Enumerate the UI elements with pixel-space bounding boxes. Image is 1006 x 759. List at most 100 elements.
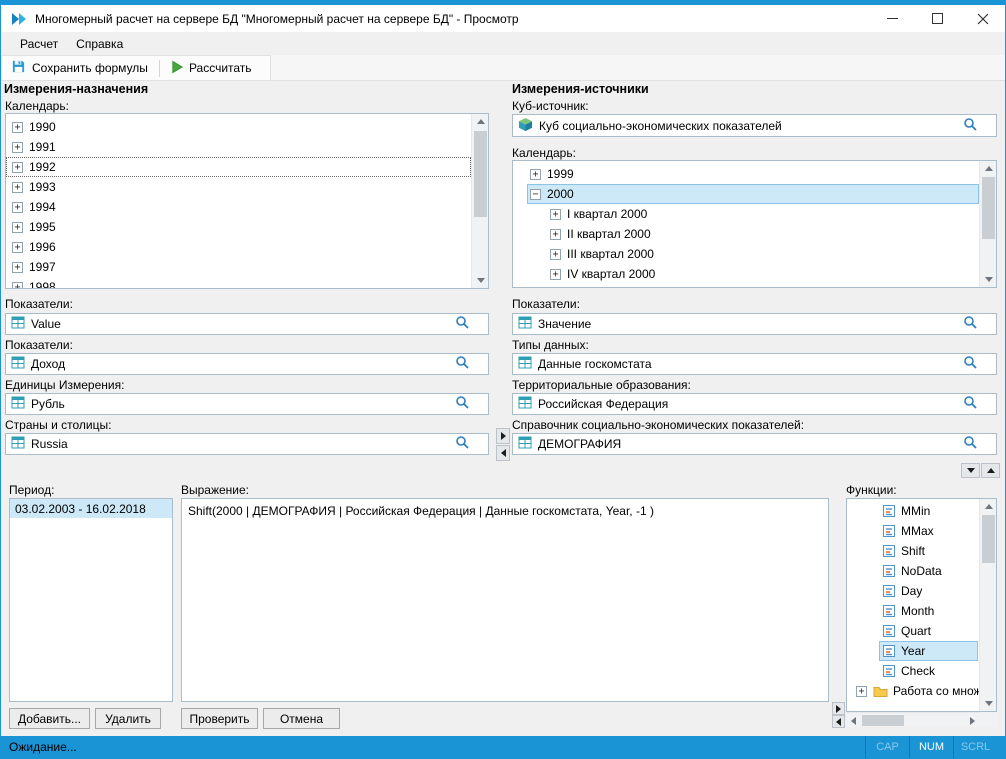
scroll-thumb[interactable] <box>982 515 995 563</box>
tree-item[interactable]: 1994 <box>6 197 471 217</box>
expand-icon[interactable] <box>856 686 867 697</box>
tree-item-label: 2000 <box>547 187 574 201</box>
splitter-expand-left-button[interactable] <box>832 715 845 728</box>
expand-icon[interactable] <box>12 182 23 193</box>
function-item[interactable]: Day <box>847 581 979 601</box>
tree-item[interactable]: 2000 <box>513 184 979 204</box>
expand-icon[interactable] <box>12 162 23 173</box>
dimension-combo-territorii[interactable]: Российская Федерация <box>512 393 997 415</box>
search-icon[interactable] <box>963 395 978 413</box>
tree-item[interactable]: 1997 <box>6 257 471 277</box>
search-icon[interactable] <box>963 435 978 453</box>
function-item[interactable]: Shift <box>847 541 979 561</box>
maximize-button[interactable] <box>915 5 960 32</box>
scroll-thumb[interactable] <box>982 177 995 239</box>
expand-icon[interactable] <box>550 209 561 220</box>
vertical-scrollbar[interactable] <box>979 499 996 711</box>
expand-icon[interactable] <box>550 249 561 260</box>
expand-icon[interactable] <box>12 142 23 153</box>
dimension-combo-dokhod[interactable]: Доход <box>5 353 489 375</box>
expand-icon[interactable] <box>12 122 23 133</box>
expand-icon[interactable] <box>12 242 23 253</box>
scroll-down-button[interactable] <box>980 696 997 711</box>
search-icon[interactable] <box>455 355 470 373</box>
tree-item[interactable]: 1995 <box>6 217 471 237</box>
search-icon[interactable] <box>455 435 470 453</box>
scroll-right-button[interactable] <box>965 713 980 728</box>
search-icon[interactable] <box>455 315 470 333</box>
cube-source-combo[interactable]: Куб социально-экономических показателей <box>512 114 997 137</box>
tree-item[interactable]: I квартал 2000 <box>513 204 979 224</box>
function-item[interactable]: Year <box>847 641 979 661</box>
combo-value: Russia <box>31 437 449 451</box>
vertical-scrollbar[interactable] <box>979 161 996 287</box>
horizontal-scrollbar[interactable] <box>846 712 980 727</box>
tree-item[interactable]: II квартал 2000 <box>513 224 979 244</box>
menu-item-calculation[interactable]: Расчет <box>11 34 67 54</box>
function-item[interactable]: Month <box>847 601 979 621</box>
search-icon[interactable] <box>963 117 978 135</box>
check-button[interactable]: Проверить <box>181 708 258 729</box>
splitter-collapse-down-button[interactable] <box>961 463 980 478</box>
tree-item-label: I квартал 2000 <box>567 207 647 221</box>
keyboard-indicators: CAP NUM SCRL <box>865 736 997 758</box>
expand-icon[interactable] <box>12 282 23 290</box>
scroll-down-button[interactable] <box>472 273 489 288</box>
expand-icon[interactable] <box>550 269 561 280</box>
search-icon[interactable] <box>455 395 470 413</box>
dimension-combo-znachenie[interactable]: Значение <box>512 313 997 335</box>
tree-item[interactable]: 1998 <box>6 277 471 289</box>
splitter-collapse-up-button[interactable] <box>981 463 1000 478</box>
scroll-up-button[interactable] <box>980 499 997 514</box>
expand-icon[interactable] <box>530 169 541 180</box>
function-item[interactable]: Check <box>847 661 979 681</box>
close-button[interactable] <box>960 5 1005 32</box>
vertical-scrollbar[interactable] <box>471 114 488 288</box>
function-item[interactable]: MMin <box>847 501 979 521</box>
scroll-up-button[interactable] <box>980 161 997 176</box>
tree-item[interactable]: 1996 <box>6 237 471 257</box>
splitter-expand-right-button[interactable] <box>496 428 510 444</box>
expand-icon[interactable] <box>12 222 23 233</box>
dimension-combo-rubl[interactable]: Рубль <box>5 393 489 415</box>
dimension-combo-spravochnik[interactable]: ДЕМОГРАФИЯ <box>512 433 997 455</box>
dimension-combo-tipy-dannykh[interactable]: Данные госкомстата <box>512 353 997 375</box>
save-formulas-button[interactable]: Сохранить формулы <box>2 57 157 79</box>
functions-folder-item[interactable]: Работа со множес <box>847 681 979 701</box>
period-item[interactable]: 03.02.2003 - 16.02.2018 <box>10 499 172 518</box>
expression-editor[interactable]: Shift(2000 | ДЕМОГРАФИЯ | Российская Фед… <box>181 498 829 702</box>
tree-item[interactable]: 1990 <box>6 117 471 137</box>
menu-item-help[interactable]: Справка <box>67 34 132 54</box>
scroll-down-button[interactable] <box>980 272 997 287</box>
tree-item[interactable]: 1992 <box>6 157 471 177</box>
delete-button[interactable]: Удалить <box>95 708 161 729</box>
function-label: Check <box>901 664 935 678</box>
scroll-thumb[interactable] <box>474 131 487 217</box>
scroll-thumb[interactable] <box>862 715 904 726</box>
tree-item[interactable]: 1993 <box>6 177 471 197</box>
dimension-combo-value[interactable]: Value <box>5 313 489 335</box>
splitter-expand-right-button[interactable] <box>832 702 845 715</box>
scroll-up-button[interactable] <box>472 114 489 129</box>
function-item[interactable]: Quart <box>847 621 979 641</box>
calculate-button[interactable]: Рассчитать <box>162 57 261 79</box>
tree-item[interactable]: 1999 <box>513 164 979 184</box>
tree-item[interactable]: 1991 <box>6 137 471 157</box>
expand-icon[interactable] <box>12 262 23 273</box>
search-icon[interactable] <box>963 315 978 333</box>
tree-item[interactable]: IV квартал 2000 <box>513 264 979 284</box>
function-item[interactable]: MMax <box>847 521 979 541</box>
scroll-left-button[interactable] <box>846 713 861 728</box>
expand-icon[interactable] <box>12 202 23 213</box>
left-panel-title: Измерения-назначения <box>4 82 148 96</box>
tree-item[interactable]: III квартал 2000 <box>513 244 979 264</box>
add-button[interactable]: Добавить... <box>9 708 90 729</box>
function-item[interactable]: NoData <box>847 561 979 581</box>
dimension-combo-russia[interactable]: Russia <box>5 433 489 455</box>
search-icon[interactable] <box>963 355 978 373</box>
cancel-button[interactable]: Отмена <box>263 708 340 729</box>
minimize-button[interactable] <box>870 5 915 32</box>
expand-icon[interactable] <box>530 189 541 200</box>
expand-icon[interactable] <box>550 229 561 240</box>
splitter-expand-left-button[interactable] <box>496 445 510 461</box>
